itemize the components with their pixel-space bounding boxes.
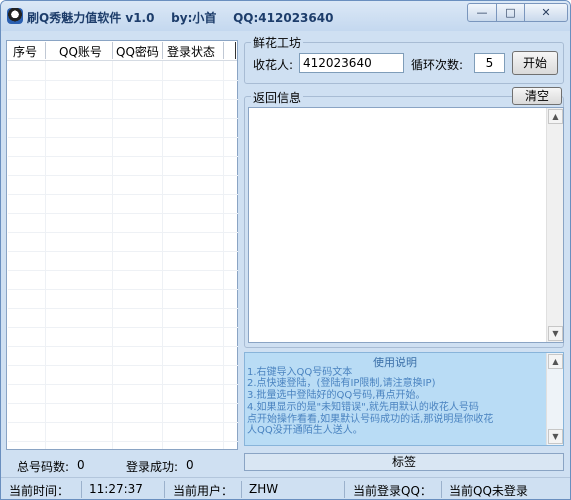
grid-line (8, 156, 238, 157)
current-user-value: ZHW (249, 482, 279, 496)
scroll-down-icon[interactable]: ▼ (548, 326, 563, 341)
total-count-value: 0 (77, 458, 85, 472)
current-qq-value: 当前QQ未登录 (449, 484, 528, 498)
close-button[interactable]: ✕ (524, 3, 568, 22)
tag-label: 标签 (244, 453, 564, 471)
loop-count-input[interactable]: 5 (474, 53, 505, 73)
login-success-label: 登录成功: (126, 460, 179, 474)
grid-line (8, 441, 238, 442)
status-divider (164, 481, 165, 498)
status-divider (344, 481, 345, 498)
column-header-qq-account[interactable]: QQ账号 (59, 43, 102, 59)
grid-line (8, 118, 238, 119)
minimize-button[interactable]: — (467, 3, 497, 22)
grid-line (45, 61, 46, 449)
column-header-qq-password[interactable]: QQ密码 (116, 43, 159, 59)
help-line: 点开始操作看看,如果默认号码成功的话,那说明是你收花 (247, 414, 494, 425)
qq-penguin-icon (7, 8, 23, 24)
column-divider[interactable] (45, 42, 46, 59)
help-line: 4.如果显示的是"未知错误",就先用默认的收花人号码 (247, 402, 479, 413)
feedback-scrollbar[interactable]: ▲ ▼ (546, 108, 563, 342)
column-divider[interactable] (112, 42, 113, 59)
scroll-up-icon[interactable]: ▲ (548, 354, 563, 369)
help-line: 2.点快速登陆，(登陆有IP限制,请注意换IP) (247, 378, 436, 389)
grid-line (8, 137, 238, 138)
title-bar: 刷Q秀魅力值软件 v1.0 by:小首 QQ:412023640 — □ ✕ (1, 1, 570, 31)
maximize-button[interactable]: □ (496, 3, 525, 22)
total-count-label: 总号码数: (17, 460, 70, 474)
app-window: 刷Q秀魅力值软件 v1.0 by:小首 QQ:412023640 — □ ✕ 序… (0, 0, 571, 500)
grid-line (8, 213, 238, 214)
column-divider[interactable] (223, 42, 224, 59)
grid-line (8, 99, 238, 100)
help-line: 人QQ没开通陌生人送人。 (247, 425, 363, 436)
current-time-label: 当前时间： (9, 484, 70, 498)
current-qq-label: 当前登录QQ： (353, 484, 432, 498)
account-list[interactable]: 序号 QQ账号 QQ密码 登录状态 (6, 40, 238, 450)
start-button[interactable]: 开始 (512, 51, 558, 75)
grid-line (8, 194, 238, 195)
status-divider (81, 481, 82, 498)
recipient-label: 收花人: (253, 58, 294, 72)
grid-line (8, 327, 238, 328)
current-time-value: 11:27:37 (89, 482, 143, 496)
recipient-input[interactable]: 412023640 (299, 53, 404, 73)
list-header: 序号 QQ账号 QQ密码 登录状态 (7, 41, 237, 61)
column-header-index[interactable]: 序号 (13, 43, 37, 59)
scroll-down-icon[interactable]: ▼ (548, 429, 563, 444)
current-user-label: 当前用户： (173, 484, 234, 498)
grid-line (8, 365, 238, 366)
status-divider (441, 481, 442, 498)
grid-line (162, 61, 163, 449)
grid-line (8, 270, 238, 271)
grid-line (8, 422, 238, 423)
grid-line (112, 61, 113, 449)
help-scrollbar[interactable]: ▲ ▼ (546, 353, 563, 445)
loop-count-label: 循环次数: (411, 58, 464, 72)
column-header-login-status[interactable]: 登录状态 (167, 43, 215, 59)
status-divider (241, 481, 242, 498)
clear-button[interactable]: 清空 (512, 87, 562, 105)
window-title: 刷Q秀魅力值软件 v1.0 by:小首 QQ:412023640 (27, 11, 334, 25)
login-success-value: 0 (186, 458, 194, 472)
help-line: 3.批量选中登陆好的QQ号码,再点开始。 (247, 390, 426, 401)
column-divider[interactable] (162, 42, 163, 59)
grid-line (223, 61, 224, 449)
grid-line (8, 308, 238, 309)
scroll-up-icon[interactable]: ▲ (548, 109, 563, 124)
grid-line (8, 251, 238, 252)
feedback-textarea[interactable]: ▲ ▼ (248, 107, 564, 343)
grid-line (8, 232, 238, 233)
help-box: 使用说明 1.右键导入QQ号码文本 2.点快速登陆，(登陆有IP限制,请注意换I… (244, 352, 564, 446)
help-line: 1.右键导入QQ号码文本 (247, 367, 353, 378)
grid-line (8, 289, 238, 290)
grid-line (8, 346, 238, 347)
grid-line (8, 403, 238, 404)
flower-workshop-label: 鲜花工坊 (251, 34, 304, 51)
grid-line (8, 80, 238, 81)
column-divider[interactable] (235, 42, 236, 59)
grid-line (8, 384, 238, 385)
status-bar: 当前时间： 11:27:37 当前用户： ZHW 当前登录QQ： 当前QQ未登录 (1, 477, 570, 499)
feedback-label: 返回信息 (251, 89, 304, 106)
grid-line (8, 175, 238, 176)
